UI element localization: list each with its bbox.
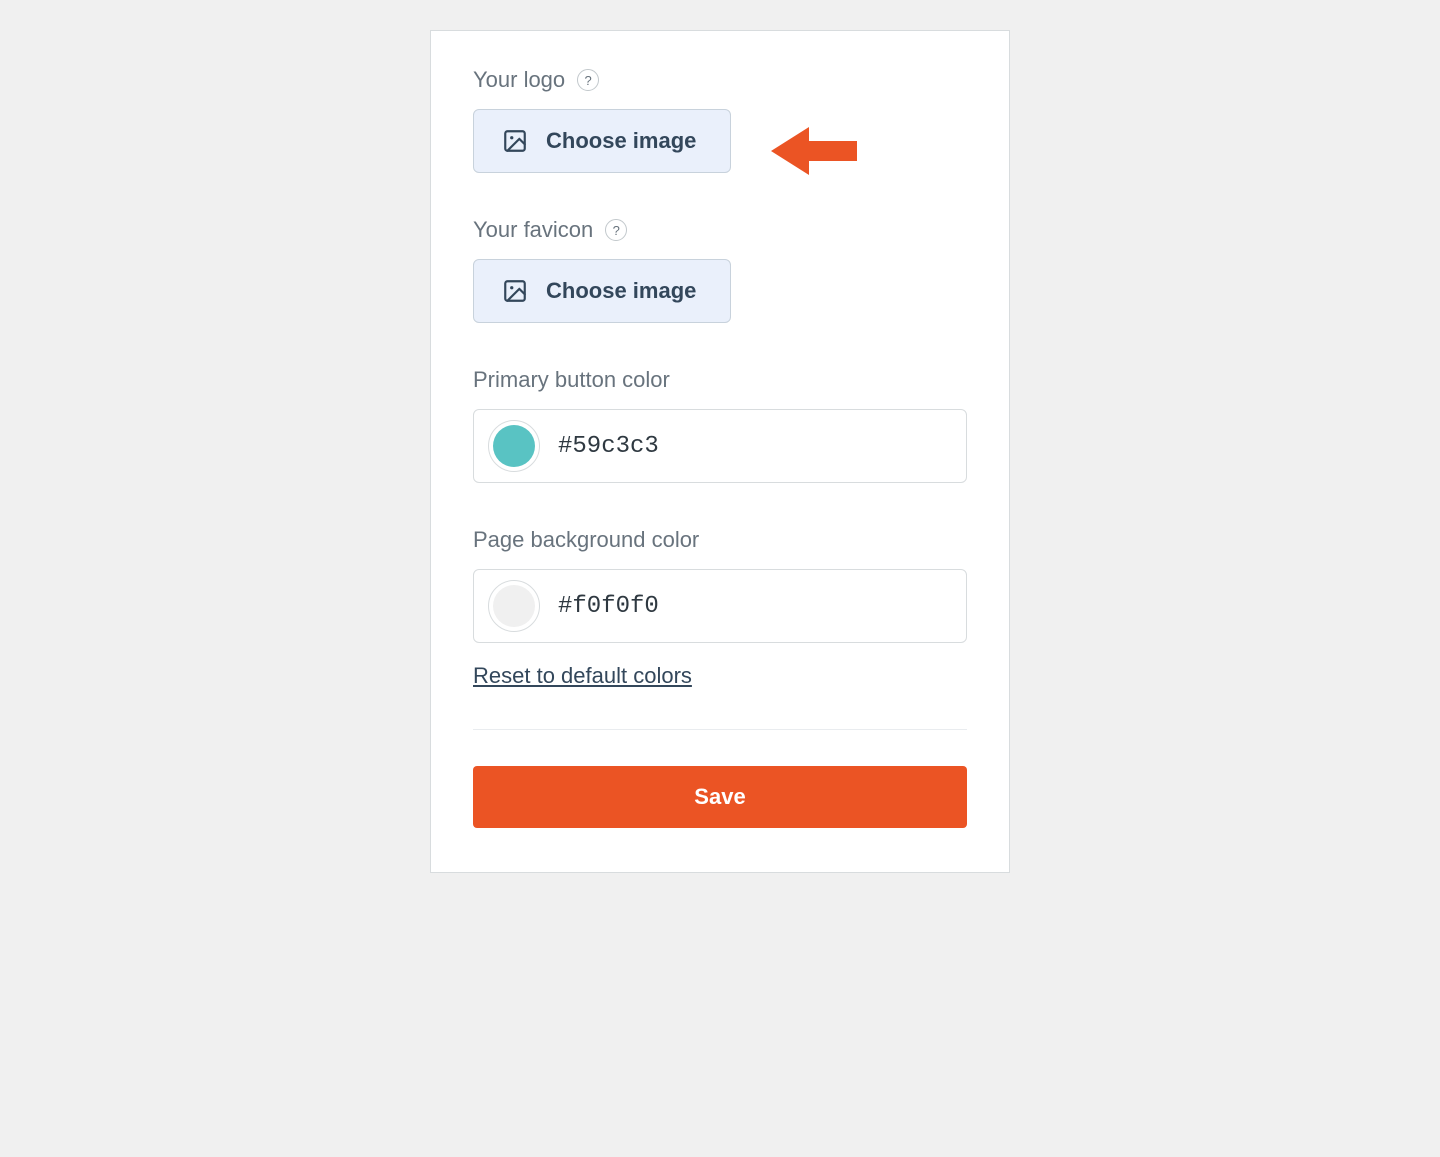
color-circle-icon (493, 425, 535, 467)
background-color-label-row: Page background color (473, 527, 967, 553)
primary-color-label-row: Primary button color (473, 367, 967, 393)
logo-label: Your logo (473, 67, 565, 93)
logo-label-row: Your logo ? (473, 67, 967, 93)
help-icon[interactable]: ? (577, 69, 599, 91)
image-icon (502, 278, 528, 304)
choose-logo-label: Choose image (546, 128, 696, 154)
divider (473, 729, 967, 730)
background-color-label: Page background color (473, 527, 699, 553)
favicon-label-row: Your favicon ? (473, 217, 967, 243)
favicon-section: Your favicon ? Choose image (473, 217, 967, 323)
choose-logo-button[interactable]: Choose image (473, 109, 731, 173)
save-button[interactable]: Save (473, 766, 967, 828)
settings-panel: Your logo ? Choose image Your favicon ? (430, 30, 1010, 873)
reset-colors-link[interactable]: Reset to default colors (473, 663, 692, 689)
choose-favicon-label: Choose image (546, 278, 696, 304)
primary-color-field[interactable] (558, 433, 952, 460)
background-color-swatch[interactable] (488, 580, 540, 632)
primary-color-swatch[interactable] (488, 420, 540, 472)
background-color-section: Page background color (473, 527, 967, 643)
logo-section: Your logo ? Choose image (473, 67, 967, 173)
help-icon[interactable]: ? (605, 219, 627, 241)
background-color-field[interactable] (558, 593, 952, 620)
color-circle-icon (493, 585, 535, 627)
choose-favicon-button[interactable]: Choose image (473, 259, 731, 323)
image-icon (502, 128, 528, 154)
background-color-input[interactable] (473, 569, 967, 643)
favicon-label: Your favicon (473, 217, 593, 243)
primary-color-label: Primary button color (473, 367, 670, 393)
primary-color-section: Primary button color (473, 367, 967, 483)
primary-color-input[interactable] (473, 409, 967, 483)
